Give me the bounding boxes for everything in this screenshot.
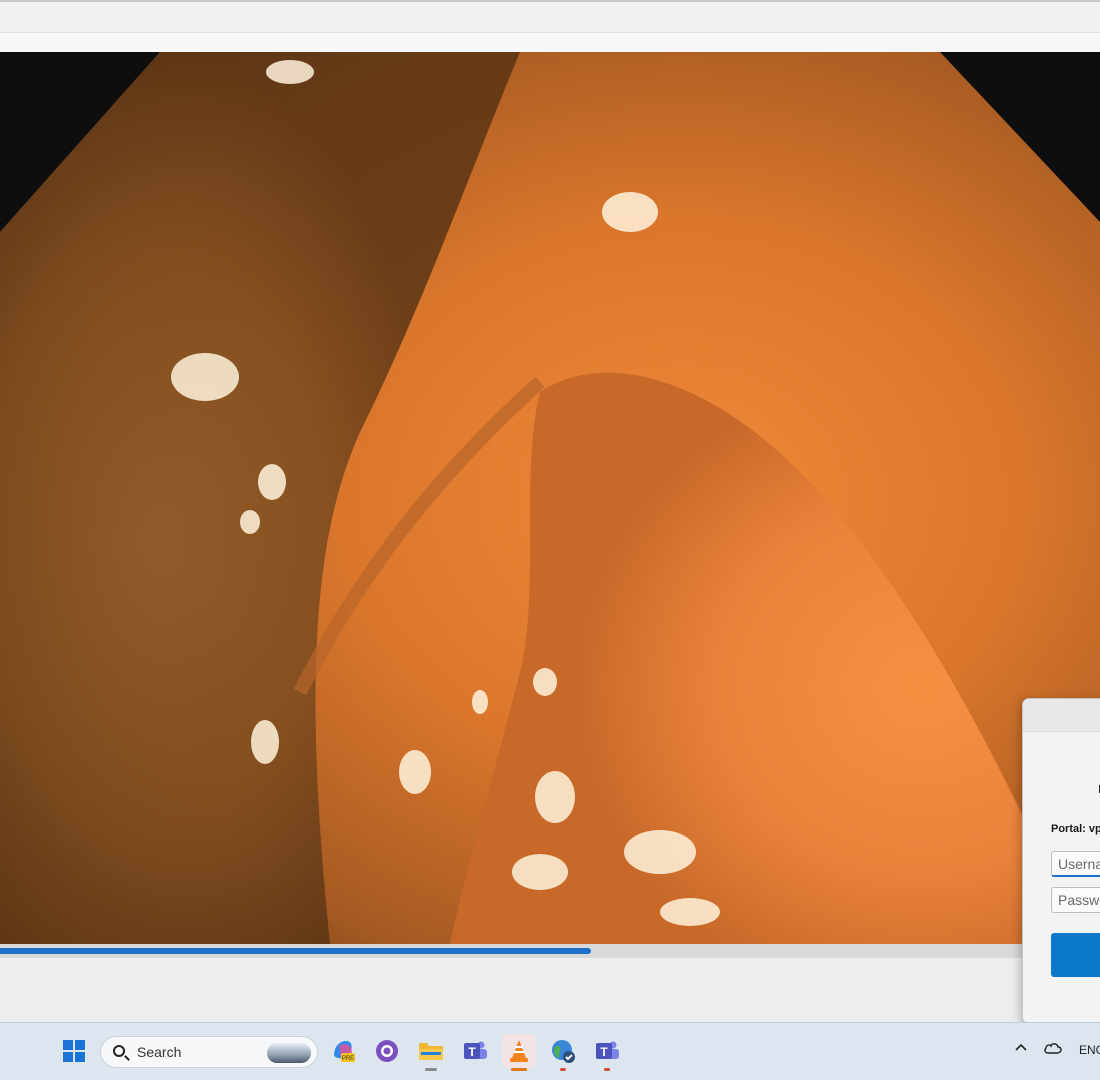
taskbar: Search PRE T T EN <box>0 1022 1100 1080</box>
search-label: Search <box>137 1044 182 1060</box>
toolbar-strip <box>0 32 1100 53</box>
running-indicator <box>604 1068 610 1071</box>
teams-icon[interactable]: T <box>458 1034 492 1068</box>
player-controls-area <box>0 958 1100 1023</box>
taskbar-search[interactable]: Search <box>100 1036 318 1068</box>
search-highlight-icon <box>267 1043 311 1063</box>
running-indicator <box>425 1068 437 1071</box>
file-explorer-icon[interactable] <box>414 1034 448 1071</box>
github-desktop-icon[interactable] <box>370 1034 404 1068</box>
svg-text:PRE: PRE <box>342 1056 354 1062</box>
dialog-title-bar[interactable] <box>1023 699 1100 732</box>
teams-work-icon[interactable]: T <box>590 1034 624 1071</box>
search-icon <box>113 1045 125 1057</box>
password-field[interactable] <box>1051 887 1100 913</box>
svg-text:T: T <box>600 1045 608 1059</box>
browser-icon[interactable] <box>546 1034 580 1071</box>
onedrive-cloud-icon[interactable] <box>1043 1040 1063 1059</box>
username-field[interactable] <box>1051 851 1100 877</box>
sign-in-button[interactable] <box>1051 933 1100 977</box>
language-indicator[interactable]: ENG <box>1079 1043 1100 1057</box>
windows-start-icon[interactable] <box>57 1034 91 1068</box>
seek-progress-fill <box>0 948 591 954</box>
vpn-login-dialog: Portal: vp <box>1022 698 1100 1024</box>
video-frame[interactable] <box>0 52 1100 944</box>
running-indicator <box>560 1068 566 1071</box>
window-title-bar <box>0 0 1100 53</box>
show-hidden-icons-chevron-icon[interactable] <box>1014 1041 1028 1058</box>
endoscopy-video-image <box>0 52 1100 944</box>
seek-bar[interactable] <box>0 944 1100 958</box>
portal-label: Portal: vp <box>1051 823 1100 835</box>
vlc-icon[interactable] <box>502 1034 536 1071</box>
svg-text:T: T <box>468 1045 476 1059</box>
running-indicator <box>511 1068 527 1071</box>
copilot-icon[interactable]: PRE <box>326 1034 360 1068</box>
